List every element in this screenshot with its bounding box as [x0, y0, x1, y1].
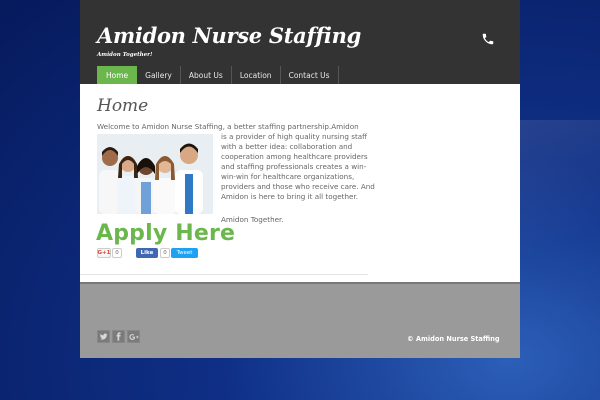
google-plus-icon[interactable] — [127, 330, 140, 343]
main-content: Home Welcome to Amidon Nurse Staffing, a… — [80, 84, 520, 282]
intro-paragraph: is a provider of high quality nursing st… — [221, 132, 375, 201]
facebook-icon[interactable] — [112, 330, 125, 343]
twitter-icon[interactable] — [97, 330, 110, 343]
page-title: Home — [97, 96, 149, 116]
nav-item-gallery[interactable]: Gallery — [137, 66, 181, 84]
nav-item-contact-us[interactable]: Contact Us — [281, 66, 339, 84]
google-plus-count: 0 — [112, 248, 122, 258]
page-container: Amidon Nurse Staffing Amidon Together! H… — [80, 0, 520, 358]
apply-here-link[interactable]: Apply Here — [96, 221, 235, 246]
site-title[interactable]: Amidon Nurse Staffing — [97, 23, 361, 48]
nav-item-location[interactable]: Location — [232, 66, 281, 84]
footer-social-links — [97, 330, 140, 343]
copyright-text: © Amidon Nurse Staffing — [407, 335, 500, 343]
welcome-text: Welcome to Amidon Nurse Staffing, a bett… — [97, 122, 359, 131]
tweet-button[interactable]: Tweet — [171, 248, 198, 258]
nurses-photo — [97, 134, 213, 214]
nav-item-about-us[interactable]: About Us — [181, 66, 232, 84]
facebook-like-count: 0 — [160, 248, 170, 258]
content-divider — [80, 274, 368, 275]
main-nav: Home Gallery About Us Location Contact U… — [97, 66, 339, 84]
site-footer: © Amidon Nurse Staffing — [80, 282, 520, 358]
site-header: Amidon Nurse Staffing Amidon Together! H… — [80, 0, 520, 84]
phone-icon[interactable] — [481, 32, 495, 46]
google-plus-one-button[interactable]: G+1 — [97, 248, 111, 258]
site-tagline: Amidon Together! — [97, 52, 153, 58]
facebook-like-button[interactable]: Like — [136, 248, 158, 258]
nav-item-home[interactable]: Home — [97, 66, 138, 84]
background-decoration — [520, 120, 600, 290]
